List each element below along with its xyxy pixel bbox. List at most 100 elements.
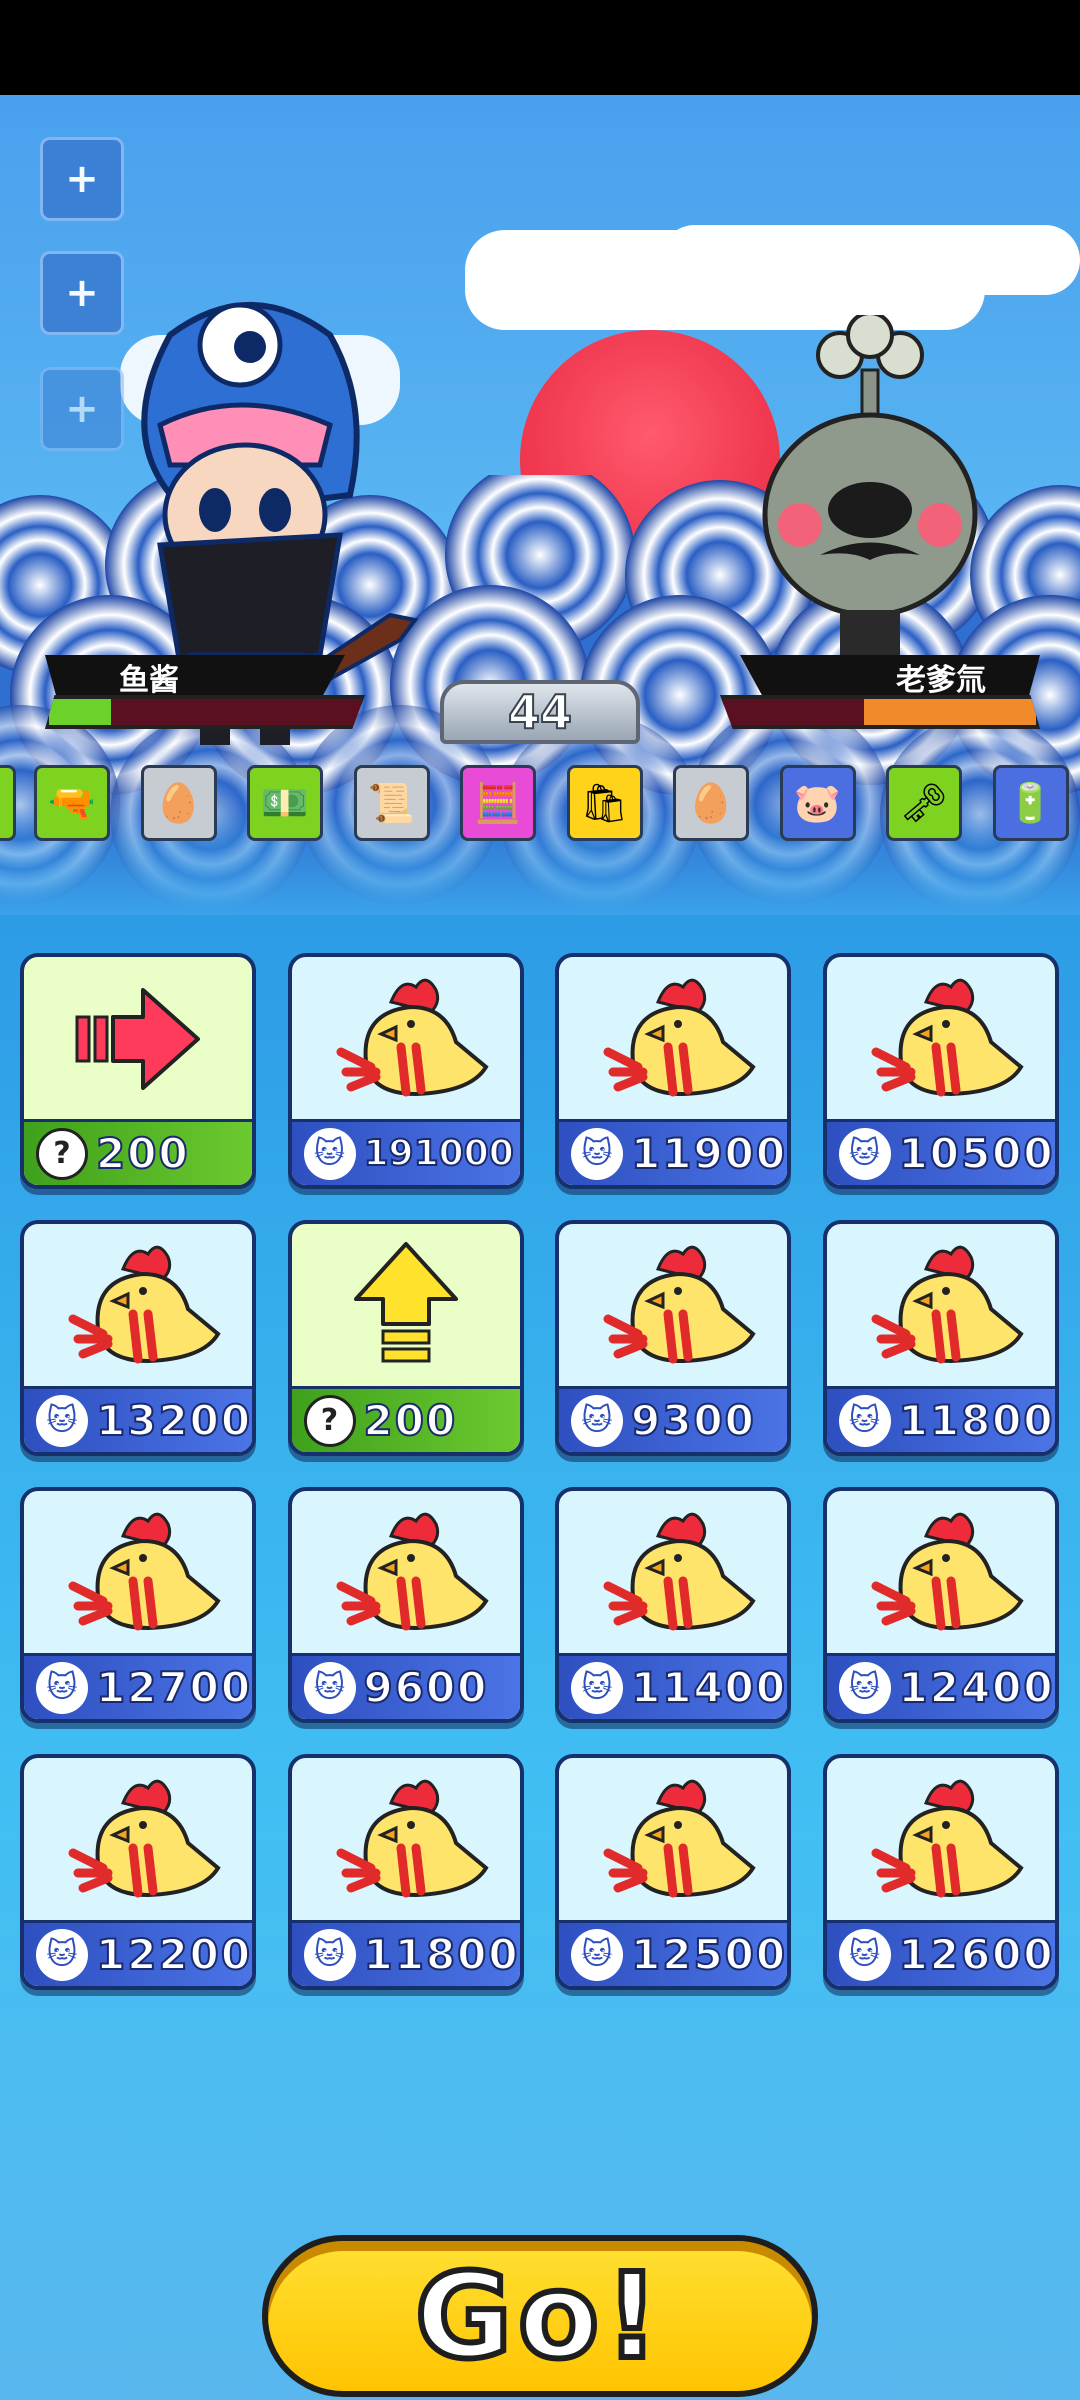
chicken-card[interactable]: 🐱 9300 <box>555 1220 791 1456</box>
price-value: 12500 <box>630 1929 788 1980</box>
side-add-button-2[interactable]: + <box>40 251 124 335</box>
price-value: 9600 <box>363 1662 489 1713</box>
opponent-hp-fill <box>864 699 1036 725</box>
cat-coin-icon: 🐱 <box>838 1661 891 1714</box>
chicken-card[interactable]: 🐱 11800 <box>287 1754 524 1990</box>
card-price: 🐱 191000 <box>291 1119 520 1185</box>
cat-coin-icon: 🐱 <box>571 1661 623 1714</box>
item-slot[interactable]: 💵 <box>247 765 323 841</box>
card-art <box>24 957 252 1117</box>
cash-icon: 💵 <box>261 780 309 825</box>
question-coin-icon: ? <box>303 1394 356 1447</box>
price-value: 200 <box>95 1128 190 1179</box>
go-button[interactable]: Go! <box>262 2235 818 2397</box>
upgrade-card[interactable]: ? 200 <box>287 1220 524 1456</box>
battery-icon: 🔋 <box>1006 780 1055 825</box>
bag-icon: 🛍 <box>580 780 629 825</box>
card-art <box>24 1491 252 1651</box>
item-slot[interactable]: 🗝 <box>886 765 962 841</box>
scroll-icon: 📜 <box>367 780 416 825</box>
card-price: 🐱 9600 <box>291 1653 520 1719</box>
side-add-button-3[interactable]: + <box>40 367 124 451</box>
round-counter: 44 <box>440 680 640 744</box>
price-value: 12700 <box>95 1662 253 1713</box>
opponent-name-plate: 老爹氚 <box>740 655 1040 699</box>
cat-coin-icon: 🐱 <box>303 1928 356 1981</box>
plus-icon: + <box>65 156 99 202</box>
cat-coin-icon: 🐱 <box>36 1394 88 1447</box>
chicken-card[interactable]: 🐱 12200 <box>20 1754 256 1990</box>
price-value: 200 <box>363 1395 458 1446</box>
chicken-card[interactable]: 🐱 9600 <box>287 1487 524 1723</box>
opponent-hp-bar <box>720 695 1040 729</box>
cloud <box>660 225 1080 295</box>
chicken-card[interactable]: 🐱 12600 <box>822 1754 1059 1990</box>
card-art <box>292 957 520 1117</box>
chicken-card[interactable]: 🐱 13200 <box>20 1220 256 1456</box>
cat-coin-icon: 🐱 <box>36 1928 88 1981</box>
skip-card[interactable]: ? 200 <box>20 953 256 1189</box>
price-value: 12600 <box>897 1929 1055 1980</box>
chicken-card[interactable]: 🐱 11400 <box>555 1487 791 1723</box>
item-slot[interactable]: 🥚 <box>140 765 217 841</box>
opponent-character <box>762 315 978 660</box>
chicken-icon <box>871 978 1024 1097</box>
card-price: 🐱 12400 <box>826 1653 1055 1719</box>
card-art <box>559 1491 787 1651</box>
chicken-icon <box>603 1512 756 1631</box>
round-number: 44 <box>507 684 573 740</box>
card-art <box>24 1224 252 1384</box>
item-slot[interactable]: 📜 <box>353 765 430 841</box>
item-slot[interactable]: 🔋 <box>992 765 1069 841</box>
plus-icon: + <box>65 270 99 316</box>
item-slot[interactable]: 🥚 <box>673 765 749 841</box>
chicken-card[interactable]: 🐱 191000 <box>287 953 524 1189</box>
plus-icon: + <box>65 386 99 432</box>
card-price: 🐱 12200 <box>24 1920 252 1986</box>
item-partial[interactable] <box>0 765 16 841</box>
cat-coin-icon: 🐱 <box>571 1394 623 1447</box>
price-value: 11900 <box>630 1128 788 1179</box>
price-value: 12400 <box>897 1662 1055 1713</box>
chicken-icon <box>603 1245 756 1364</box>
cat-coin-icon: 🐱 <box>571 1928 623 1981</box>
item-slot[interactable]: 🐷 <box>779 765 856 841</box>
item-slot[interactable]: 🛍 <box>566 765 643 841</box>
cat-coin-icon: 🐱 <box>303 1127 356 1180</box>
chicken-icon <box>871 1779 1024 1898</box>
card-price: 🐱 11900 <box>559 1119 787 1185</box>
chicken-icon <box>68 1245 221 1364</box>
cat-coin-icon: 🐱 <box>36 1661 88 1714</box>
cat-coin-icon: 🐱 <box>838 1127 891 1180</box>
chicken-icon <box>336 1779 489 1898</box>
chicken-card[interactable]: 🐱 12400 <box>822 1487 1059 1723</box>
card-price: ? 200 <box>24 1119 252 1185</box>
item-slot[interactable]: 🔫 <box>34 765 110 841</box>
card-price: 🐱 13200 <box>24 1386 252 1452</box>
chicken-card[interactable]: 🐱 12500 <box>555 1754 791 1990</box>
side-add-button-1[interactable]: + <box>40 137 124 221</box>
card-price: 🐱 9300 <box>559 1386 787 1452</box>
card-price: 🐱 12500 <box>559 1920 787 1986</box>
chicken-card[interactable]: 🐱 12700 <box>20 1487 256 1723</box>
calculator-icon: 🧮 <box>474 780 522 825</box>
card-art <box>292 1491 520 1651</box>
chicken-card[interactable]: 🐱 10500 <box>822 953 1059 1189</box>
cat-coin-icon: 🐱 <box>838 1928 891 1981</box>
chicken-card[interactable]: 🐱 11800 <box>822 1220 1059 1456</box>
card-price: 🐱 11400 <box>559 1653 787 1719</box>
game-stage: + + + 鱼酱 老爹氚 44 🔫 🥚 💵 📜 🧮 🛍 🥚 🐷 🗝 🔋 ? 200 🐱 191000 <box>0 95 1080 2400</box>
card-art <box>559 957 787 1117</box>
card-price: ? 200 <box>291 1386 520 1452</box>
chicken-icon <box>603 978 756 1097</box>
status-bar <box>0 0 1080 95</box>
card-art <box>292 1758 520 1918</box>
chicken-card[interactable]: 🐱 11900 <box>555 953 791 1189</box>
go-label: Go! <box>412 2244 665 2388</box>
card-art <box>827 1224 1055 1384</box>
price-value: 12200 <box>95 1929 253 1980</box>
card-price: 🐱 11800 <box>291 1920 520 1986</box>
item-slot[interactable]: 🧮 <box>460 765 536 841</box>
price-value: 11400 <box>630 1662 788 1713</box>
player-name: 鱼酱 <box>119 663 179 698</box>
